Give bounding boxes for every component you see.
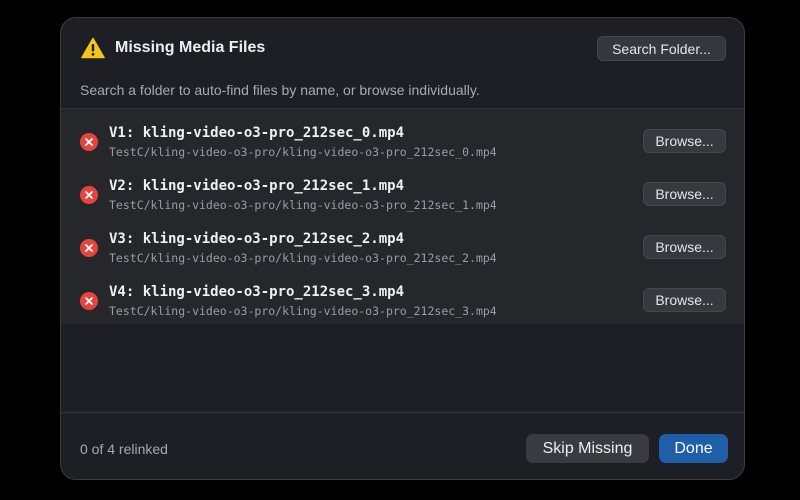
relink-status: 0 of 4 relinked xyxy=(80,441,168,457)
file-path: TestC/kling-video-o3-pro/kling-video-o3-… xyxy=(109,198,497,212)
file-name: V3: kling-video-o3-pro_212sec_2.mp4 xyxy=(109,231,405,247)
file-path: TestC/kling-video-o3-pro/kling-video-o3-… xyxy=(109,251,497,265)
file-name: V4: kling-video-o3-pro_212sec_3.mp4 xyxy=(109,284,405,300)
list-item: V2: kling-video-o3-pro_212sec_1.mp4 Test… xyxy=(61,164,744,217)
file-path: TestC/kling-video-o3-pro/kling-video-o3-… xyxy=(109,304,497,318)
file-path: TestC/kling-video-o3-pro/kling-video-o3-… xyxy=(109,145,497,159)
browse-button[interactable]: Browse... xyxy=(643,235,726,259)
browse-button[interactable]: Browse... xyxy=(643,129,726,153)
done-button[interactable]: Done xyxy=(659,434,728,463)
footer-divider xyxy=(61,412,744,413)
error-icon xyxy=(80,186,98,204)
file-name: V1: kling-video-o3-pro_212sec_0.mp4 xyxy=(109,125,405,141)
error-icon xyxy=(80,239,98,257)
error-icon xyxy=(80,133,98,151)
dialog-header: Missing Media Files Search Folder... xyxy=(61,18,744,78)
warning-icon xyxy=(81,37,105,59)
missing-media-dialog: Missing Media Files Search Folder... Sea… xyxy=(60,17,745,480)
browse-button[interactable]: Browse... xyxy=(643,288,726,312)
missing-files-list: V1: kling-video-o3-pro_212sec_0.mp4 Test… xyxy=(61,108,744,324)
dialog-title: Missing Media Files xyxy=(115,39,266,56)
list-item: V4: kling-video-o3-pro_212sec_3.mp4 Test… xyxy=(61,270,744,323)
error-icon xyxy=(80,292,98,310)
browse-button[interactable]: Browse... xyxy=(643,182,726,206)
dialog-subtitle: Search a folder to auto-find files by na… xyxy=(80,82,480,98)
file-name: V2: kling-video-o3-pro_212sec_1.mp4 xyxy=(109,178,405,194)
list-item: V1: kling-video-o3-pro_212sec_0.mp4 Test… xyxy=(61,111,744,164)
search-folder-button[interactable]: Search Folder... xyxy=(597,36,726,61)
list-item: V3: kling-video-o3-pro_212sec_2.mp4 Test… xyxy=(61,217,744,270)
skip-missing-button[interactable]: Skip Missing xyxy=(526,434,649,463)
